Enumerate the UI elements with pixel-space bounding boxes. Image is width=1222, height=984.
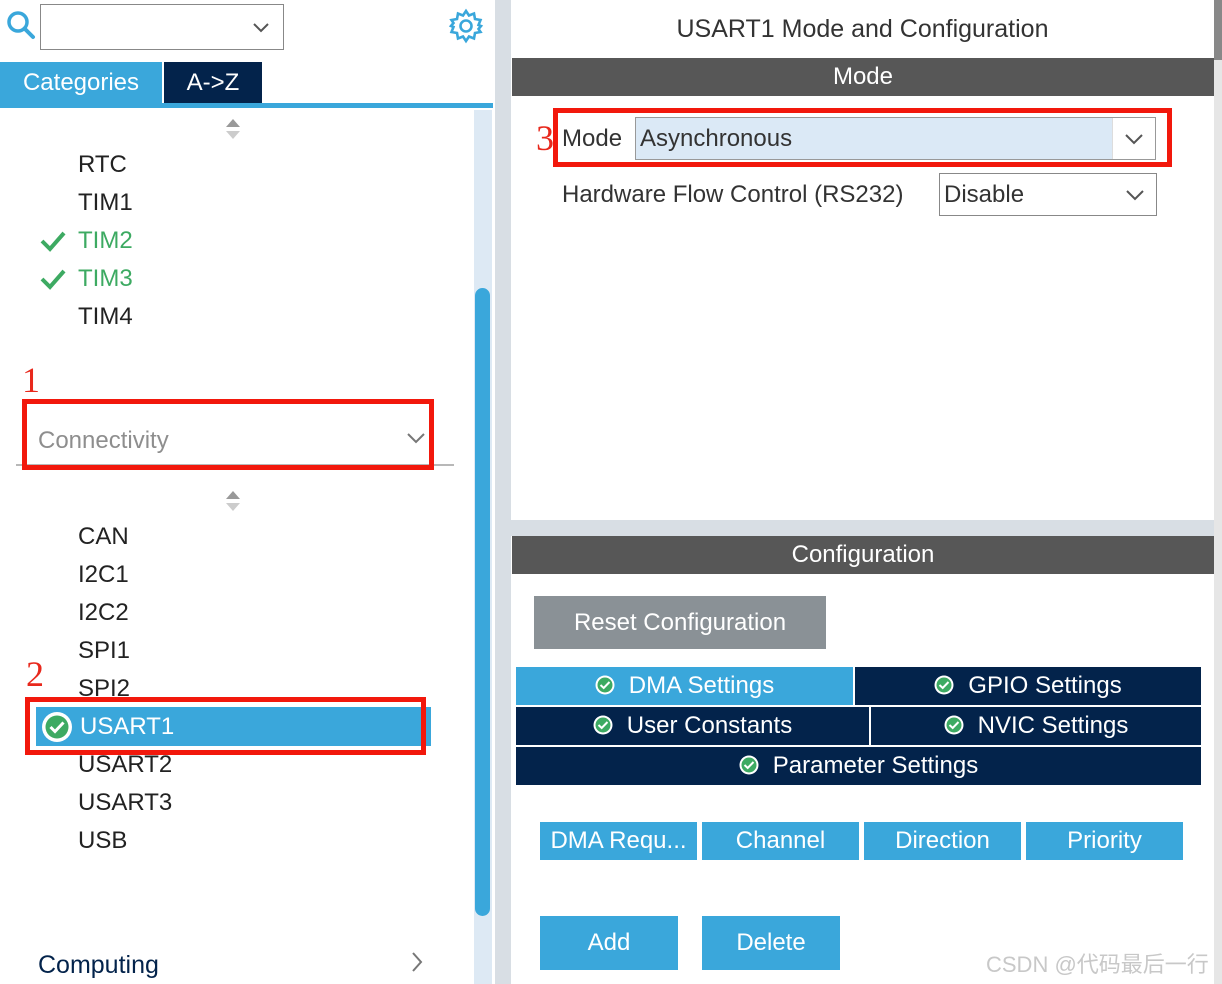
tab-a-z[interactable]: A->Z (164, 62, 262, 104)
list-item-tim2[interactable]: TIM2 (78, 226, 133, 256)
list-item-tim3[interactable]: TIM3 (78, 264, 133, 294)
list-item-i2c1[interactable]: I2C1 (78, 560, 129, 590)
list-item-i2c2[interactable]: I2C2 (78, 598, 129, 628)
check-circle-icon (595, 675, 615, 695)
list-item-rtc[interactable]: RTC (78, 150, 127, 180)
tab-label: Parameter Settings (772, 752, 979, 779)
highlight-box-usart1 (25, 697, 426, 755)
check-circle-icon (593, 715, 613, 735)
scroll-up-down-icon[interactable] (224, 489, 242, 513)
table-header-priority[interactable]: Priority (1026, 822, 1183, 860)
highlight-box-mode (553, 108, 1172, 167)
list-item-can[interactable]: CAN (78, 522, 129, 552)
tab-label: DMA Settings (628, 672, 775, 699)
annotation-2: 2 (26, 654, 44, 694)
check-icon (40, 231, 66, 252)
tab-label: GPIO Settings (968, 672, 1122, 699)
section-header-mode: Mode (512, 58, 1214, 96)
right-edge-scroll (1214, 0, 1222, 60)
tab-underline (0, 103, 493, 108)
check-icon (40, 269, 66, 290)
tab-label: User Constants (626, 712, 793, 739)
annotation-1: 1 (22, 360, 40, 400)
panel-splitter-horizontal[interactable] (511, 520, 1214, 536)
delete-button[interactable]: Delete (702, 916, 840, 970)
tab-user-constants[interactable]: User Constants (516, 707, 869, 745)
hardware-flow-value: Disable (944, 181, 1025, 208)
annotation-3: 3 (536, 118, 554, 158)
table-header-direction[interactable]: Direction (864, 822, 1021, 860)
search-combobox[interactable] (40, 4, 284, 50)
check-circle-icon (944, 715, 964, 735)
list-item-tim4[interactable]: TIM4 (78, 302, 133, 332)
list-item-usb[interactable]: USB (78, 826, 127, 856)
hardware-flow-label: Hardware Flow Control (RS232) (562, 181, 904, 208)
list-item-spi1[interactable]: SPI1 (78, 636, 130, 666)
highlight-box-connectivity (22, 399, 434, 470)
scrollbar-thumb[interactable] (475, 288, 490, 916)
watermark: CSDN @代码最后一行 (986, 952, 1209, 977)
chevron-down-icon (1126, 190, 1144, 201)
right-edge (1214, 0, 1222, 984)
tab-gpio-settings[interactable]: GPIO Settings (855, 667, 1201, 705)
check-circle-icon (739, 755, 759, 775)
gear-icon[interactable] (448, 8, 484, 44)
hardware-flow-select[interactable]: Disable (939, 173, 1157, 216)
check-circle-icon (934, 675, 954, 695)
table-header-dma-request[interactable]: DMA Requ... (540, 822, 697, 860)
left-panel: Categories A->Z RTC TIM1 TIM2 TIM3 TIM4 … (0, 0, 495, 984)
category-header-computing[interactable]: Computing (38, 948, 159, 982)
tab-label: NVIC Settings (977, 712, 1129, 739)
tab-categories[interactable]: Categories (0, 62, 162, 104)
list-item-usart3[interactable]: USART3 (78, 788, 172, 818)
scroll-up-down-icon[interactable] (224, 117, 242, 141)
search-icon[interactable] (6, 10, 36, 40)
chevron-down-icon[interactable] (251, 17, 271, 37)
section-header-configuration: Configuration (512, 536, 1214, 574)
panel-splitter[interactable] (495, 0, 511, 984)
chevron-right-icon[interactable] (408, 950, 426, 974)
list-item-tim1[interactable]: TIM1 (78, 188, 133, 218)
tab-nvic-settings[interactable]: NVIC Settings (871, 707, 1201, 745)
tab-parameter-settings[interactable]: Parameter Settings (516, 747, 1201, 785)
tab-dma-settings[interactable]: DMA Settings (516, 667, 853, 705)
table-header-channel[interactable]: Channel (702, 822, 859, 860)
add-button[interactable]: Add (540, 916, 678, 970)
page-title: USART1 Mode and Configuration (676, 15, 1049, 43)
reset-configuration-button[interactable]: Reset Configuration (534, 596, 826, 649)
